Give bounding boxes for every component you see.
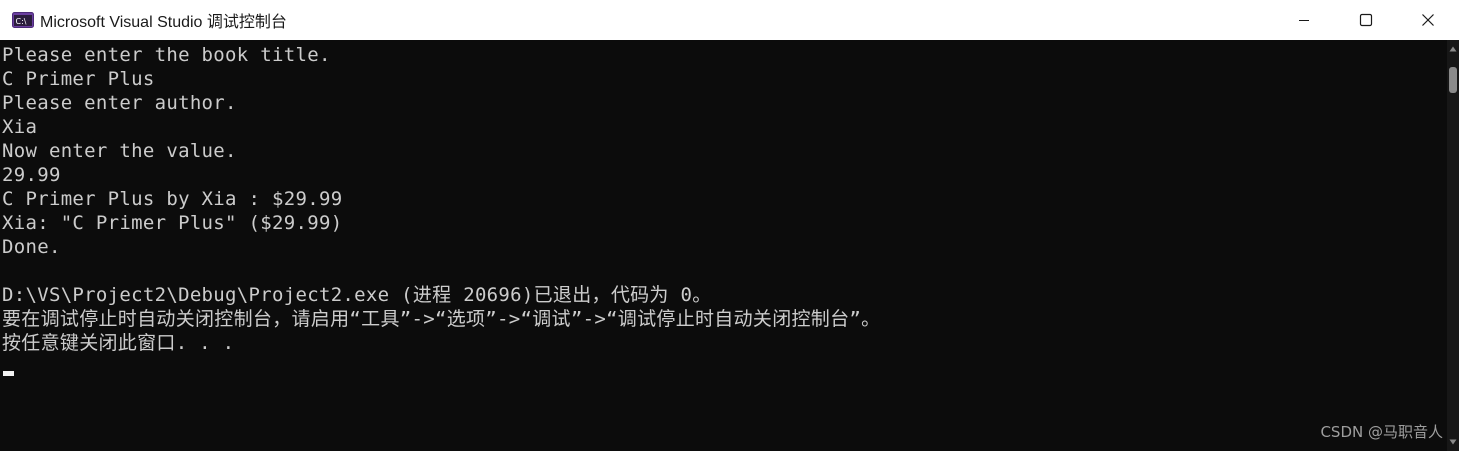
console-line: Please enter the book title.	[2, 44, 331, 66]
console-line: Please enter author.	[2, 92, 237, 114]
vertical-scrollbar[interactable]	[1447, 40, 1459, 451]
console-line: Xia	[2, 116, 38, 138]
console-line: Xia: "C Primer Plus" ($29.99)	[2, 212, 343, 234]
console-line: 要在调试停止时自动关闭控制台，请启用“工具”->“选项”->“调试”->“调试停…	[2, 308, 881, 330]
maximize-button[interactable]	[1335, 0, 1397, 40]
title-bar[interactable]: C:\ Microsoft Visual Studio 调试控制台	[0, 0, 1459, 40]
console-output[interactable]: Please enter the book title. C Primer Pl…	[0, 40, 1447, 451]
console-lines: Please enter the book title. C Primer Pl…	[2, 43, 880, 355]
console-line: 29.99	[2, 164, 61, 186]
console-window: C:\ Microsoft Visual Studio 调试控制台 Please…	[0, 0, 1459, 451]
arrow-up-icon	[1449, 46, 1457, 52]
minimize-button[interactable]	[1273, 0, 1335, 40]
text-cursor	[3, 371, 14, 376]
console-line: D:\VS\Project2\Debug\Project2.exe (进程 20…	[2, 284, 712, 306]
scroll-up-button[interactable]	[1447, 42, 1459, 56]
close-button[interactable]	[1397, 0, 1459, 40]
window-controls	[1273, 0, 1459, 40]
close-icon	[1422, 14, 1434, 26]
console-line: C Primer Plus	[2, 68, 155, 90]
window-title: Microsoft Visual Studio 调试控制台	[40, 14, 287, 31]
scroll-down-button[interactable]	[1447, 435, 1459, 449]
maximize-icon	[1359, 13, 1373, 27]
minimize-icon	[1299, 20, 1309, 21]
watermark: CSDN @马职音人	[1320, 423, 1443, 441]
console-line: C Primer Plus by Xia : $29.99	[2, 188, 343, 210]
console-line: Now enter the value.	[2, 140, 237, 162]
svg-text:C:\: C:\	[16, 17, 27, 26]
console-line: Done.	[2, 236, 61, 258]
visual-studio-console-icon: C:\	[12, 12, 34, 28]
scrollbar-thumb[interactable]	[1449, 67, 1457, 93]
console-line: 按任意键关闭此窗口. . .	[2, 332, 235, 354]
arrow-down-icon	[1449, 439, 1457, 445]
